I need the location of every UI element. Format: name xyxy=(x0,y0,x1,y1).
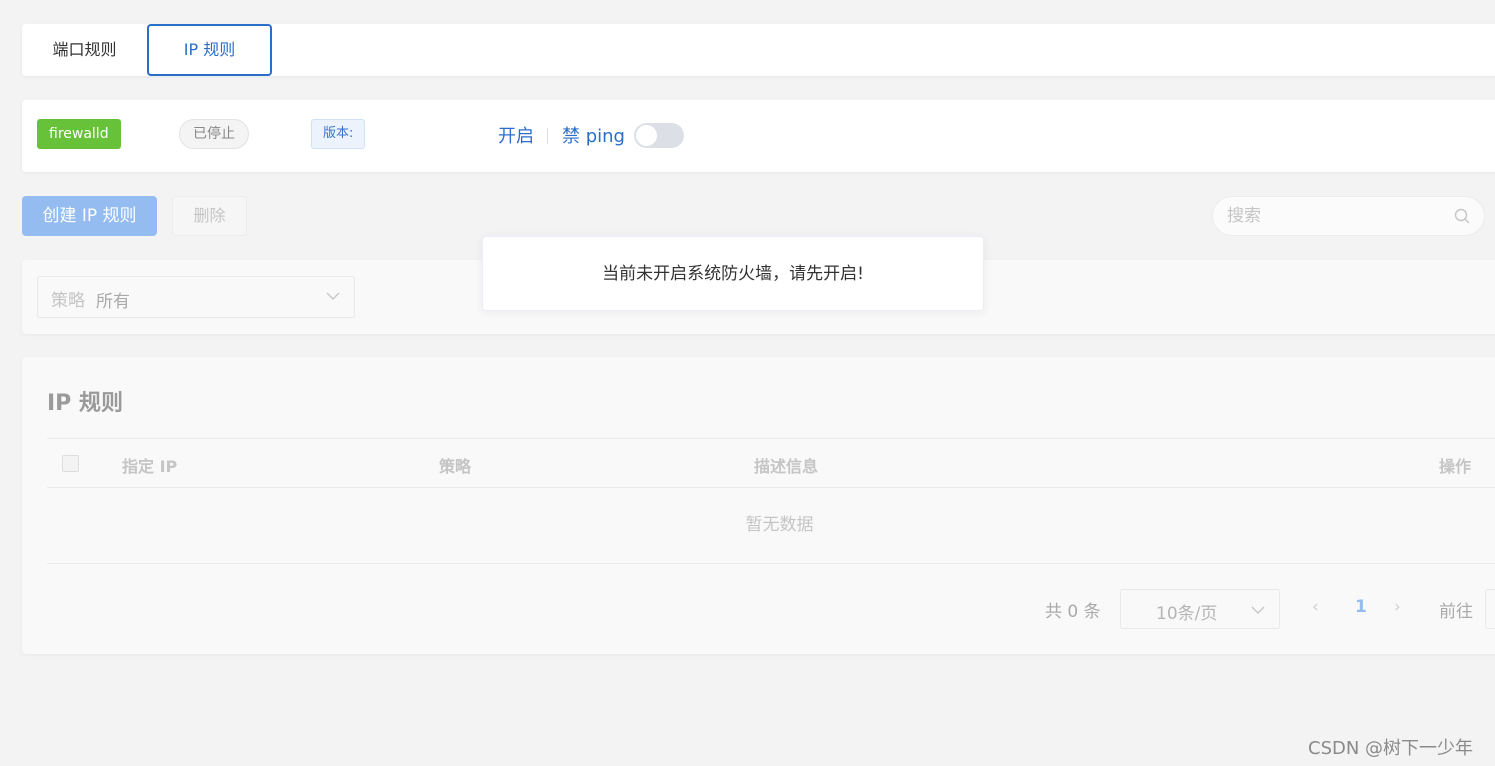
goto-label: 前往 xyxy=(1439,602,1473,622)
firewall-status-bar: firewalld 已停止 版本: 开启 禁 ping xyxy=(22,100,1495,172)
pagination-total: 共 0 条 xyxy=(1045,602,1101,622)
page-number-1[interactable]: 1 xyxy=(1355,597,1367,617)
tab-port-rules[interactable]: 端口规则 xyxy=(22,24,147,76)
create-ip-rule-button[interactable]: 创建 IP 规则 xyxy=(22,196,157,236)
open-firewall-link[interactable]: 开启 xyxy=(498,122,534,148)
version-badge: 版本: xyxy=(311,119,366,149)
table-header: 指定 IP 策略 描述信息 操作 xyxy=(47,438,1495,488)
page-size-select[interactable]: 10条/页 xyxy=(1120,589,1280,629)
ip-rules-table-card: IP 规则 指定 IP 策略 描述信息 操作 暂无数据 共 0 条 10条/页 … xyxy=(22,357,1495,654)
search-input[interactable] xyxy=(1213,197,1443,235)
tab-bar: 端口规则 IP 规则 xyxy=(22,24,1495,76)
page-size-value: 10条/页 xyxy=(1156,604,1218,624)
divider xyxy=(547,128,548,144)
table-empty: 暂无数据 xyxy=(47,488,1495,564)
service-badge: firewalld xyxy=(37,119,121,149)
watermark: CSDN @树下一少年 xyxy=(1308,738,1474,759)
delete-button[interactable]: 删除 xyxy=(172,196,247,236)
column-header-description: 描述信息 xyxy=(754,457,819,476)
chevron-down-icon xyxy=(326,292,340,300)
policy-select[interactable]: 策略 所有 xyxy=(37,276,355,318)
search-icon[interactable] xyxy=(1454,208,1470,224)
select-all-checkbox[interactable] xyxy=(62,455,79,472)
column-header-ip: 指定 IP xyxy=(122,457,178,476)
column-header-actions: 操作 xyxy=(1439,457,1472,476)
policy-select-value: 所有 xyxy=(96,292,130,312)
column-header-policy: 策略 xyxy=(439,457,472,476)
next-page-button[interactable]: › xyxy=(1394,597,1401,617)
search-box xyxy=(1212,196,1485,236)
ban-ping-label: 禁 ping xyxy=(562,126,625,147)
ban-ping-toggle[interactable] xyxy=(634,123,684,148)
chevron-down-icon xyxy=(1251,606,1265,614)
warning-toast: 当前未开启系统防火墙，请先开启! xyxy=(482,236,984,311)
policy-select-label: 策略 xyxy=(51,291,85,311)
tab-ip-rules[interactable]: IP 规则 xyxy=(147,24,272,76)
prev-page-button[interactable]: ‹ xyxy=(1312,597,1319,617)
toggle-knob xyxy=(636,125,657,146)
goto-page-input[interactable] xyxy=(1485,589,1495,629)
table-title: IP 规则 xyxy=(47,391,123,416)
status-badge: 已停止 xyxy=(179,119,249,149)
